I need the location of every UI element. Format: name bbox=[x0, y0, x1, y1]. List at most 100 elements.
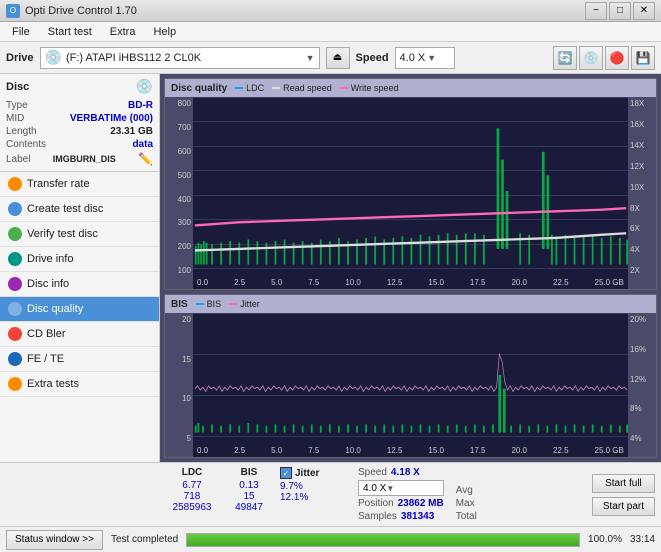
jitter-legend-label: Jitter bbox=[240, 299, 260, 309]
chart1-legend-ldc: LDC bbox=[235, 83, 264, 93]
nav-fe-te[interactable]: FE / TE bbox=[0, 347, 159, 372]
nav-label-disc-quality: Disc quality bbox=[27, 303, 83, 315]
x1-0: 0.0 bbox=[197, 278, 208, 287]
speed-label: Speed bbox=[356, 52, 389, 64]
y2r-16: 16% bbox=[630, 345, 646, 354]
nav-extra-tests[interactable]: Extra tests bbox=[0, 372, 159, 397]
drive-selector[interactable]: 💿 (F:) ATAPI iHBS112 2 CL0K ▼ bbox=[40, 47, 320, 69]
chart2-body: 20 15 10 5 bbox=[165, 313, 656, 457]
action-buttons-col: Start full Start part bbox=[592, 467, 655, 522]
menu-file[interactable]: File bbox=[4, 24, 38, 40]
drive-bar: Drive 💿 (F:) ATAPI iHBS112 2 CL0K ▼ ⏏ Sp… bbox=[0, 42, 661, 74]
jitter-color-dot bbox=[229, 303, 237, 305]
disc-title: Disc bbox=[6, 81, 29, 93]
total-row-label: Total bbox=[456, 511, 477, 522]
x2-2: 2.5 bbox=[234, 446, 245, 455]
ldc-color-dot bbox=[235, 87, 243, 89]
y2-10: 10 bbox=[182, 394, 191, 403]
progress-text: 100.0% bbox=[588, 534, 622, 545]
menu-extra[interactable]: Extra bbox=[102, 24, 144, 40]
nav-icon-extra-tests bbox=[8, 377, 22, 391]
nav-drive-info[interactable]: Drive info bbox=[0, 247, 159, 272]
speed-dropdown-stat-text: 4.0 X bbox=[363, 483, 386, 494]
y1-100: 100 bbox=[178, 266, 191, 275]
x2-25: 25.0 GB bbox=[595, 446, 624, 455]
title-bar: O Opti Drive Control 1.70 − □ ✕ bbox=[0, 0, 661, 22]
toolbar-icon-save[interactable]: 💾 bbox=[631, 46, 655, 70]
start-full-button[interactable]: Start full bbox=[592, 474, 655, 493]
stats-avg-jitter: 9.7% bbox=[280, 481, 350, 492]
toolbar-icon-burn[interactable]: 🔴 bbox=[605, 46, 629, 70]
x1-22: 22.5 bbox=[553, 278, 569, 287]
speed-selector[interactable]: 4.0 X ▼ bbox=[395, 47, 455, 69]
nav-create-test-disc[interactable]: Create test disc bbox=[0, 197, 159, 222]
jitter-checkbox[interactable]: ✓ bbox=[280, 467, 292, 479]
menu-start-test[interactable]: Start test bbox=[40, 24, 100, 40]
y2-5: 5 bbox=[187, 434, 191, 443]
stats-avg-ldc: 6.77 bbox=[182, 480, 201, 491]
stats-max-bis: 15 bbox=[243, 491, 254, 502]
nav-icon-transfer-rate bbox=[8, 177, 22, 191]
nav-icon-drive-info bbox=[8, 252, 22, 266]
nav-icon-fe-te bbox=[8, 352, 22, 366]
nav-label-cd-bler: CD Bler bbox=[27, 328, 66, 340]
nav-transfer-rate[interactable]: Transfer rate bbox=[0, 172, 159, 197]
toolbar-icon-refresh[interactable]: 🔄 bbox=[553, 46, 577, 70]
speed-stat-value: 4.18 X bbox=[391, 467, 420, 478]
chart1-plot: 0.0 2.5 5.0 7.5 10.0 12.5 15.0 17.5 20.0… bbox=[193, 97, 628, 289]
disc-section-icon: 💿 bbox=[136, 78, 153, 95]
drive-disc-icon: 💿 bbox=[45, 49, 62, 66]
y1r-14: 14X bbox=[630, 141, 644, 150]
x2-20: 20.0 bbox=[511, 446, 527, 455]
disc-label-value: IMGBURN_DIS bbox=[53, 154, 116, 164]
status-text: Test completed bbox=[111, 534, 178, 545]
x2-7: 7.5 bbox=[308, 446, 319, 455]
x2-5: 5.0 bbox=[271, 446, 282, 455]
y1r-6: 6X bbox=[630, 224, 640, 233]
x2-17: 17.5 bbox=[470, 446, 486, 455]
x1-5: 5.0 bbox=[271, 278, 282, 287]
nav-disc-info[interactable]: Disc info bbox=[0, 272, 159, 297]
maximize-button[interactable]: □ bbox=[609, 2, 631, 20]
y1r-4: 4X bbox=[630, 245, 640, 254]
nav-label-create-test-disc: Create test disc bbox=[27, 203, 103, 215]
speed-dropdown-stat-arrow: ▼ bbox=[386, 484, 394, 493]
chart1-legend-read: Read speed bbox=[272, 83, 332, 93]
disc-length-value: 23.31 GB bbox=[110, 126, 153, 137]
eject-button[interactable]: ⏏ bbox=[326, 47, 350, 69]
nav-icon-disc-quality bbox=[8, 302, 22, 316]
minimize-button[interactable]: − bbox=[585, 2, 607, 20]
chart1-body: 800 700 600 500 400 300 200 100 bbox=[165, 97, 656, 289]
y2r-4: 4% bbox=[630, 434, 642, 443]
disc-label-edit-icon[interactable]: ✏️ bbox=[138, 152, 153, 166]
chart2-legend-jitter: Jitter bbox=[229, 299, 260, 309]
close-button[interactable]: ✕ bbox=[633, 2, 655, 20]
chart2-container: BIS BIS Jitter 20 15 10 5 bbox=[164, 294, 657, 458]
position-value: 23862 MB bbox=[398, 498, 444, 509]
nav-icon-disc-info bbox=[8, 277, 22, 291]
nav-label-disc-info: Disc info bbox=[27, 278, 69, 290]
chart1-title: Disc quality bbox=[171, 83, 227, 94]
menu-help[interactable]: Help bbox=[145, 24, 184, 40]
content-area: Disc quality LDC Read speed Write speed … bbox=[160, 74, 661, 462]
nav-menu: Transfer rate Create test disc Verify te… bbox=[0, 172, 159, 462]
bottom-bar: Status window >> Test completed 100.0% 3… bbox=[0, 526, 661, 552]
start-part-button[interactable]: Start part bbox=[592, 497, 655, 516]
x1-17: 17.5 bbox=[470, 278, 486, 287]
status-window-button[interactable]: Status window >> bbox=[6, 530, 103, 550]
speed-dropdown-stat[interactable]: 4.0 X ▼ bbox=[358, 480, 444, 496]
nav-verify-test-disc[interactable]: Verify test disc bbox=[0, 222, 159, 247]
drive-dropdown-arrow: ▼ bbox=[306, 53, 315, 63]
y1r-10: 10X bbox=[630, 183, 644, 192]
stats-ldc-header: LDC bbox=[182, 467, 203, 478]
y1-800: 800 bbox=[178, 99, 191, 108]
nav-disc-quality[interactable]: Disc quality bbox=[0, 297, 159, 322]
x2-0: 0.0 bbox=[197, 446, 208, 455]
disc-label-label: Label bbox=[6, 154, 30, 165]
nav-label-extra-tests: Extra tests bbox=[27, 378, 79, 390]
x1-15: 15.0 bbox=[428, 278, 444, 287]
toolbar-icon-disc[interactable]: 💿 bbox=[579, 46, 603, 70]
bis-color-dot bbox=[196, 303, 204, 305]
samples-label: Samples bbox=[358, 511, 397, 522]
nav-cd-bler[interactable]: CD Bler bbox=[0, 322, 159, 347]
